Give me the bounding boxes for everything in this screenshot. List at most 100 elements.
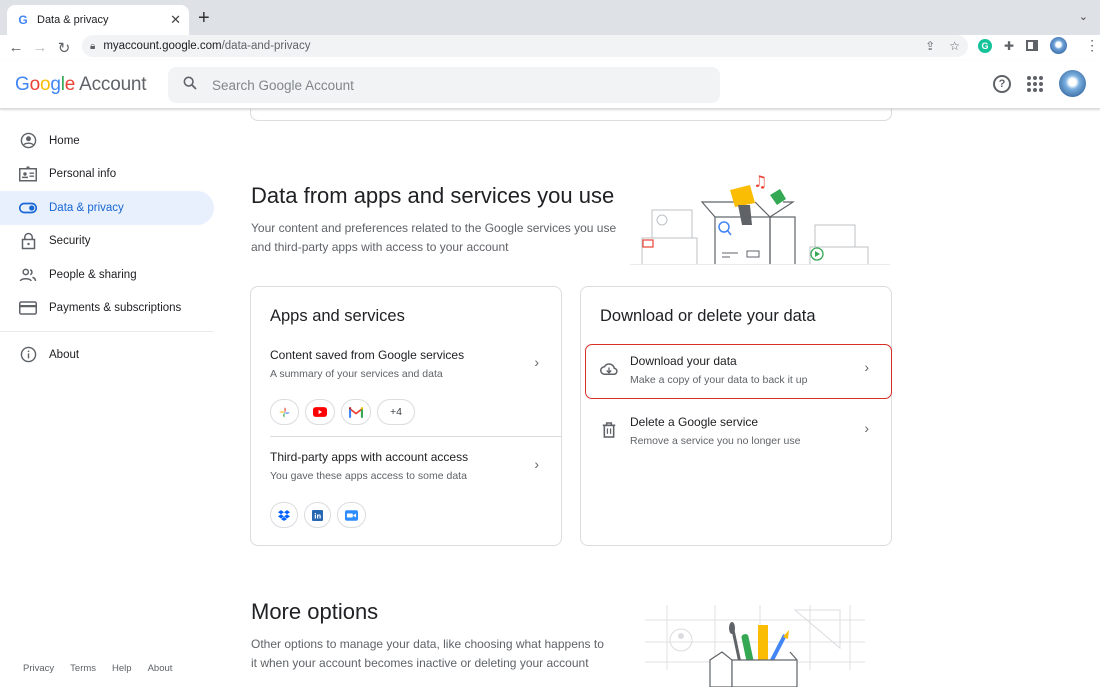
more-options-title: More options [251, 599, 379, 624]
chevron-right-icon: › [864, 359, 869, 375]
extensions-puzzle-icon[interactable]: ✚ [1004, 39, 1014, 53]
bookmark-star-icon[interactable]: ☆ [949, 39, 960, 53]
lock-icon [19, 232, 37, 250]
browser-menu-icon[interactable]: ⋮ [1085, 37, 1099, 54]
browser-tab[interactable]: G Data & privacy ✕ [7, 5, 189, 35]
sidebar-item-personal-info[interactable]: Personal info [0, 158, 214, 192]
chevron-right-icon: › [864, 420, 869, 436]
toggle-icon [19, 199, 37, 217]
sidebar-item-payments[interactable]: Payments & subscriptions [0, 292, 214, 326]
linkedin-icon: in [304, 502, 331, 528]
new-tab-button[interactable]: + [198, 7, 210, 29]
dropbox-icon [270, 502, 298, 528]
browser-profile-avatar[interactable] [1050, 37, 1068, 54]
google-photos-icon [270, 399, 299, 425]
address-bar[interactable]: 🔒︎ myaccount.google.com/data-and-privacy… [82, 35, 968, 57]
account-avatar[interactable] [1059, 70, 1086, 97]
cloud-download-icon [600, 360, 618, 378]
footer-help-link[interactable]: Help [112, 663, 132, 674]
third-party-apps-row[interactable]: Third-party apps with account access You… [251, 439, 561, 539]
more-options-description: Other options to manage your data, like … [251, 637, 604, 670]
share-icon[interactable]: ⇪ [925, 39, 935, 53]
row-description: Make a copy of your data to back it up [630, 374, 808, 386]
people-icon [19, 266, 37, 284]
row-title: Delete a Google service [630, 415, 759, 429]
google-apps-icon[interactable] [1027, 75, 1043, 92]
sidebar-divider [0, 331, 214, 332]
card-title: Download or delete your data [600, 307, 816, 325]
footer-terms-link[interactable]: Terms [70, 663, 96, 674]
apps-services-card: Apps and services Content saved from Goo… [250, 286, 562, 546]
tools-illustration [645, 605, 865, 687]
section-title: Data from apps and services you use [251, 183, 615, 208]
search-icon[interactable] [168, 75, 212, 96]
sidebar-item-label: Security [49, 235, 91, 248]
data-boxes-illustration: ♫ [630, 172, 890, 265]
sidebar-nav: Home Personal info Data & privacy Securi… [0, 124, 214, 372]
card-title: Apps and services [270, 307, 405, 325]
youtube-icon [305, 399, 335, 425]
browser-tab-strip: G Data & privacy ✕ + ⌄ [0, 0, 1100, 35]
close-tab-icon[interactable]: ✕ [170, 12, 181, 28]
id-card-icon [19, 165, 37, 183]
tab-title: Data & privacy [37, 14, 109, 26]
url-path: /data-and-privacy [221, 40, 311, 52]
footer-privacy-link[interactable]: Privacy [23, 663, 54, 674]
svg-text:♫: ♫ [753, 172, 767, 191]
row-divider [270, 436, 561, 437]
search-input[interactable] [212, 77, 692, 93]
footer-links: Privacy Terms Help About [23, 663, 172, 674]
forward-button[interactable]: → [28, 39, 52, 56]
tab-search-chevron-icon[interactable]: ⌄ [1079, 10, 1088, 23]
sidebar-item-home[interactable]: Home [0, 124, 214, 158]
side-panel-icon[interactable] [1026, 40, 1039, 51]
search-box[interactable] [168, 67, 720, 103]
row-description: You gave these apps access to some data [270, 470, 467, 482]
gmail-icon [341, 399, 371, 425]
chevron-right-icon: › [534, 456, 539, 472]
google-favicon-icon: G [18, 13, 28, 27]
more-services-chip[interactable]: +4 [377, 399, 415, 425]
row-title: Content saved from Google services [270, 348, 465, 362]
logo-letter: g [50, 74, 61, 95]
row-title: Third-party apps with account access [270, 450, 469, 464]
reload-button[interactable]: ↻ [52, 39, 76, 57]
url-host: myaccount.google.com [103, 40, 222, 52]
sidebar-item-people-sharing[interactable]: People & sharing [0, 258, 214, 292]
google-account-logo[interactable]: Google Account [15, 74, 147, 96]
logo-account-text: Account [79, 74, 147, 95]
row-description: A summary of your services and data [270, 368, 443, 380]
content-saved-row[interactable]: Content saved from Google services A sum… [251, 337, 561, 435]
sidebar-item-label: Data & privacy [49, 201, 124, 214]
download-your-data-row[interactable]: Download your data Make a copy of your d… [581, 345, 891, 400]
credit-card-icon [19, 299, 37, 317]
footer-about-link[interactable]: About [148, 663, 173, 674]
logo-letter: o [29, 74, 41, 95]
sidebar-item-label: People & sharing [49, 268, 137, 281]
svg-text:in: in [314, 512, 321, 520]
account-header: GoogleAccount ? [0, 60, 1100, 109]
sidebar-item-security[interactable]: Security [0, 225, 214, 259]
back-button[interactable]: ← [4, 39, 28, 56]
row-description: Remove a service you no longer use [630, 435, 801, 447]
lock-icon: 🔒︎ [90, 40, 96, 52]
logo-letter: o [39, 74, 51, 95]
info-icon [19, 346, 37, 364]
grammarly-extension-icon[interactable]: G [978, 38, 992, 53]
trash-icon [600, 421, 618, 439]
sidebar-item-label: Personal info [49, 168, 117, 181]
sidebar-item-label: About [49, 348, 80, 361]
sidebar-item-data-privacy[interactable]: Data & privacy [0, 191, 214, 225]
sidebar-item-label: Payments & subscriptions [49, 302, 182, 315]
sidebar-item-label: Home [49, 134, 80, 147]
sidebar-item-about[interactable]: About [0, 338, 214, 372]
delete-google-service-row[interactable]: Delete a Google service Remove a service… [581, 406, 891, 461]
account-circle-icon [19, 132, 37, 150]
help-icon[interactable]: ? [993, 74, 1011, 93]
logo-letter: e [64, 74, 76, 95]
row-title: Download your data [630, 354, 737, 368]
section-description: Your content and preferences related to … [251, 221, 617, 254]
chevron-right-icon: › [534, 354, 539, 370]
browser-toolbar: ← → ↻ 🔒︎ myaccount.google.com/data-and-p… [0, 35, 1100, 60]
logo-letter: G [15, 74, 30, 95]
